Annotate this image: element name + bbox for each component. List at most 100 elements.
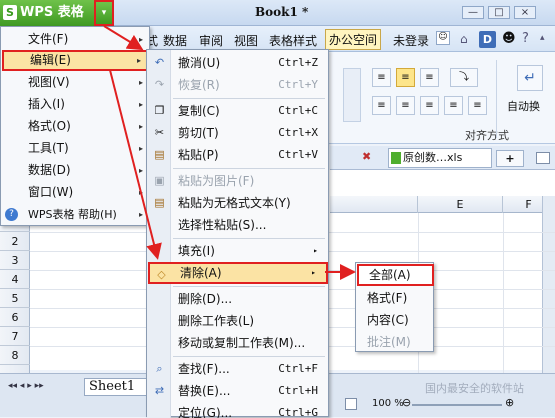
sheet-tab-sheet1[interactable]: Sheet1	[84, 378, 154, 396]
login-status[interactable]: 未登录	[393, 32, 429, 49]
menu-item-label: 数据(D)	[28, 163, 71, 177]
row-header[interactable]: 6	[0, 308, 30, 327]
paste-text-icon: ▤	[154, 196, 165, 209]
wrap-text-label[interactable]: 自动换	[507, 98, 540, 114]
align-top-button[interactable]: ≡	[372, 68, 391, 87]
menu-item-data[interactable]: 数据(D) ▸	[2, 160, 149, 181]
menu-item-copy[interactable]: ❐ 复制(C) Ctrl+C	[148, 100, 328, 122]
row-header[interactable]: 8	[0, 346, 30, 365]
minimize-button[interactable]: —	[462, 6, 484, 19]
new-tab-button[interactable]: +	[496, 150, 524, 167]
tab-view[interactable]: 视图	[234, 32, 258, 49]
align-left-button[interactable]: ≡	[372, 96, 391, 115]
document-tab[interactable]: 原创数…xls	[388, 148, 492, 168]
zoom-in-icon[interactable]: ⊕	[505, 396, 514, 409]
menu-item-paste-special[interactable]: 选择性粘贴(S)...	[148, 214, 328, 236]
row-header[interactable]: 4	[0, 270, 30, 289]
menu-item-clear-content[interactable]: 内容(C)	[357, 309, 434, 331]
menu-item-clear-format[interactable]: 格式(F)	[357, 287, 434, 309]
row-header[interactable]: 5	[0, 289, 30, 308]
close-doc-icon[interactable]: ✖	[362, 150, 371, 163]
menu-item-fill[interactable]: 填充(I) ▸	[148, 240, 328, 262]
watermark: 国内最安全的软件站	[425, 382, 524, 395]
menu-item-cut[interactable]: ✂ 剪切(T) Ctrl+X	[148, 122, 328, 144]
menu-item-label: 文件(F)	[28, 32, 69, 46]
menu-item-clear[interactable]: ◇ 清除(A) ▸	[148, 262, 328, 284]
menu-item-help[interactable]: ? WPS表格 帮助(H) ▸	[2, 204, 149, 225]
sheet-nav-arrows[interactable]: ◂◂ ◂ ▸ ▸▸	[8, 381, 44, 391]
menu-item-tools[interactable]: 工具(T) ▸	[2, 138, 149, 159]
menu-item-find[interactable]: ⌕ 查找(F)... Ctrl+F	[148, 358, 328, 380]
wrap-text-icon[interactable]: ↵	[517, 65, 543, 91]
align-middle-button[interactable]: ≡	[396, 68, 415, 87]
view-mode-icon[interactable]	[345, 398, 357, 410]
help-nav-icon[interactable]: ⌂	[460, 32, 468, 46]
row-header[interactable]: 3	[0, 251, 30, 270]
menu-item-label: 工具(T)	[28, 141, 69, 155]
row-header[interactable]: 2	[0, 232, 30, 251]
align-center-button[interactable]: ≡	[396, 96, 415, 115]
chevron-up-icon[interactable]: ▴	[540, 33, 545, 43]
menu-item-view[interactable]: 视图(V) ▸	[2, 72, 149, 93]
close-button[interactable]: ×	[514, 6, 536, 19]
avatar[interactable]: ☻	[502, 31, 516, 46]
menu-item-label: 插入(I)	[28, 97, 65, 111]
orientation-button[interactable]: ⤵	[450, 68, 478, 87]
menu-item-file[interactable]: 文件(F) ▸	[2, 29, 149, 50]
submenu-arrow-icon: ▸	[138, 122, 143, 131]
menu-item-goto[interactable]: 定位(G)... Ctrl+G	[148, 402, 328, 418]
zoom-out-icon[interactable]: ⊖	[402, 396, 411, 409]
delete-icon	[152, 292, 167, 306]
submenu-arrow-icon: ▸	[138, 35, 143, 44]
user-icon[interactable]: ☺	[436, 31, 450, 45]
tab-data[interactable]: 数据	[163, 32, 187, 49]
redo-icon: ↷	[154, 78, 165, 91]
distribute-button[interactable]: ≡	[468, 96, 487, 115]
tab-office-space[interactable]: 办公空间	[325, 29, 382, 50]
column-header[interactable]	[330, 196, 418, 213]
maximize-button[interactable]: □	[488, 6, 510, 19]
column-header-e[interactable]: E	[418, 196, 503, 213]
menu-item-format[interactable]: 格式(O) ▸	[2, 116, 149, 137]
move-sheet-icon	[152, 336, 167, 350]
justify-button[interactable]: ≡	[444, 96, 463, 115]
fill-icon	[152, 244, 167, 258]
tab-list-icon[interactable]	[536, 152, 550, 164]
menu-item-insert[interactable]: 插入(I) ▸	[2, 94, 149, 115]
submenu-arrow-icon: ▸	[138, 188, 143, 197]
submenu-arrow-icon: ▸	[138, 144, 143, 153]
menu-item-paste-as-picture[interactable]: ▣ 粘贴为图片(F)	[148, 170, 328, 192]
grid-line	[503, 213, 504, 373]
shortcut-label: Ctrl+H	[278, 384, 318, 397]
tab-review[interactable]: 审阅	[199, 32, 223, 49]
menu-item-clear-comment[interactable]: 批注(M)	[357, 331, 434, 353]
menu-item-replace[interactable]: ⇄ 替换(E)... Ctrl+H	[148, 380, 328, 402]
help-icon[interactable]: ?	[522, 31, 529, 46]
submenu-arrow-icon: ▸	[136, 56, 141, 65]
menu-item-label: 复制(C)	[178, 104, 220, 118]
menu-item-delete-sheet[interactable]: 删除工作表(L)	[148, 310, 328, 332]
help-icon: ?	[5, 208, 18, 221]
menu-item-window[interactable]: 窗口(W) ▸	[2, 182, 149, 203]
menu-item-undo[interactable]: ↶ 撤消(U) Ctrl+Z	[148, 52, 328, 74]
menu-item-label: 清除(A)	[180, 266, 222, 280]
menu-item-label: 填充(I)	[178, 244, 215, 258]
menu-item-edit[interactable]: 编辑(E) ▸	[2, 50, 149, 71]
wps-dropdown-button[interactable]: ▾	[94, 0, 114, 26]
align-right-button[interactable]: ≡	[420, 96, 439, 115]
row-header[interactable]: 7	[0, 327, 30, 346]
wps-menu-button[interactable]: S WPS 表格	[0, 0, 94, 26]
align-bottom-button[interactable]: ≡	[420, 68, 439, 87]
wps-label: WPS 表格	[20, 5, 84, 20]
zoom-slider[interactable]	[412, 404, 502, 406]
menu-item-delete[interactable]: 删除(D)...	[148, 288, 328, 310]
tab-table-style[interactable]: 表格样式	[269, 32, 317, 49]
menu-item-clear-all[interactable]: 全部(A)	[357, 264, 434, 286]
menu-item-redo[interactable]: ↷ 恢复(R) Ctrl+Y	[148, 74, 328, 96]
menu-item-paste[interactable]: ▤ 粘贴(P) Ctrl+V	[148, 144, 328, 166]
d-icon[interactable]: D	[479, 31, 496, 48]
zoom-level[interactable]: 100 %	[372, 398, 404, 409]
submenu-arrow-icon: ▸	[311, 268, 316, 277]
menu-item-move-copy-sheet[interactable]: 移动或复制工作表(M)...	[148, 332, 328, 354]
menu-item-paste-plain-text[interactable]: ▤ 粘贴为无格式文本(Y)	[148, 192, 328, 214]
